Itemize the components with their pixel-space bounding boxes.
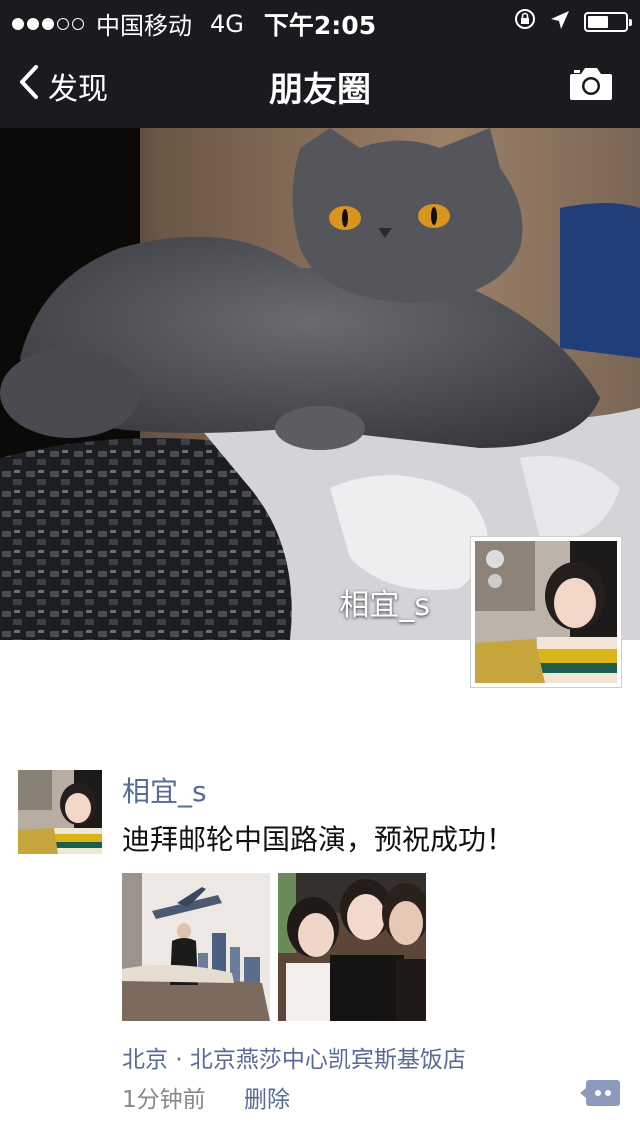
post-photo-1[interactable] xyxy=(122,873,270,1021)
page-title: 朋友圈 xyxy=(269,70,371,110)
post-photo-2[interactable] xyxy=(278,873,426,1021)
camera-icon xyxy=(568,68,614,106)
comment-icon xyxy=(580,1080,622,1112)
post-location[interactable]: 北京 · 北京燕莎中心凯宾斯基饭店 xyxy=(122,1040,466,1074)
camera-button[interactable] xyxy=(568,66,614,106)
comment-button[interactable] xyxy=(580,1078,622,1112)
cover-user-name: 相宜_s xyxy=(339,588,430,623)
post-text: 迪拜邮轮中国路演，预祝成功！ xyxy=(122,823,515,856)
battery-icon xyxy=(584,12,632,32)
profile-avatar[interactable] xyxy=(470,536,622,688)
delete-button[interactable]: 删除 xyxy=(244,1080,290,1114)
post-time: 1分钟前 xyxy=(122,1087,206,1113)
location-arrow-icon xyxy=(550,8,570,36)
status-bar: 中国移动 4G 下午2:05 xyxy=(0,0,640,40)
top-bar: 中国移动 4G 下午2:05 发现 朋友圈 xyxy=(0,0,640,128)
post-author-avatar[interactable] xyxy=(18,770,102,854)
lock-rotation-icon xyxy=(514,8,536,36)
post-author-name[interactable]: 相宜_s xyxy=(122,770,207,810)
navigation-bar: 发现 朋友圈 xyxy=(0,40,640,128)
